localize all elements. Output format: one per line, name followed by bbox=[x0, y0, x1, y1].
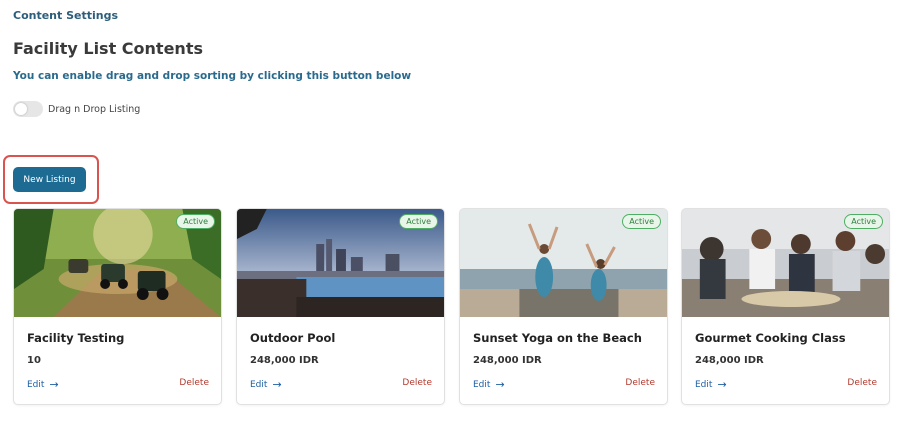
status-badge: Active bbox=[176, 214, 215, 229]
status-badge: Active bbox=[399, 214, 438, 229]
edit-link[interactable]: Edit → bbox=[27, 378, 59, 391]
listing-card[interactable]: Active Outdoor Pool 248,000 IDR Edit → De… bbox=[236, 208, 445, 405]
listing-card[interactable]: Active Facility Testing 10 Edit → Delete bbox=[13, 208, 222, 405]
listing-card[interactable]: Active Gourmet Cooking Class 248,000 IDR… bbox=[681, 208, 890, 405]
arrow-right-icon: → bbox=[49, 378, 59, 391]
card-title: Gourmet Cooking Class bbox=[695, 331, 846, 345]
card-price: 10 bbox=[27, 355, 41, 366]
page-subtitle: You can enable drag and drop sorting by … bbox=[13, 70, 412, 82]
edit-label: Edit bbox=[27, 379, 45, 390]
arrow-right-icon: → bbox=[495, 378, 505, 391]
edit-label: Edit bbox=[250, 379, 268, 390]
card-price: 248,000 IDR bbox=[473, 355, 542, 366]
edit-link[interactable]: Edit → bbox=[473, 378, 505, 391]
drag-drop-toggle-label: Drag n Drop Listing bbox=[48, 103, 141, 115]
status-badge: Active bbox=[622, 214, 661, 229]
delete-link[interactable]: Delete bbox=[625, 378, 655, 388]
delete-link[interactable]: Delete bbox=[402, 378, 432, 388]
breadcrumb[interactable]: Content Settings bbox=[13, 9, 118, 22]
delete-link[interactable]: Delete bbox=[847, 378, 877, 388]
card-title: Outdoor Pool bbox=[250, 331, 336, 345]
card-price: 248,000 IDR bbox=[250, 355, 319, 366]
toggle-knob bbox=[15, 103, 27, 115]
drag-drop-toggle-row[interactable]: Drag n Drop Listing bbox=[13, 101, 140, 117]
edit-label: Edit bbox=[695, 379, 713, 390]
arrow-right-icon: → bbox=[717, 378, 727, 391]
listing-card[interactable]: Active Sunset Yoga on the Beach 248,000 … bbox=[459, 208, 668, 405]
edit-link[interactable]: Edit → bbox=[250, 378, 282, 391]
card-title: Facility Testing bbox=[27, 331, 125, 345]
edit-link[interactable]: Edit → bbox=[695, 378, 727, 391]
card-price: 248,000 IDR bbox=[695, 355, 764, 366]
arrow-right-icon: → bbox=[272, 378, 282, 391]
status-badge: Active bbox=[844, 214, 883, 229]
new-listing-button[interactable]: New Listing bbox=[13, 167, 86, 192]
page-title: Facility List Contents bbox=[13, 39, 203, 58]
delete-link[interactable]: Delete bbox=[179, 378, 209, 388]
card-title: Sunset Yoga on the Beach bbox=[473, 331, 642, 345]
drag-drop-toggle[interactable] bbox=[13, 101, 43, 117]
edit-label: Edit bbox=[473, 379, 491, 390]
